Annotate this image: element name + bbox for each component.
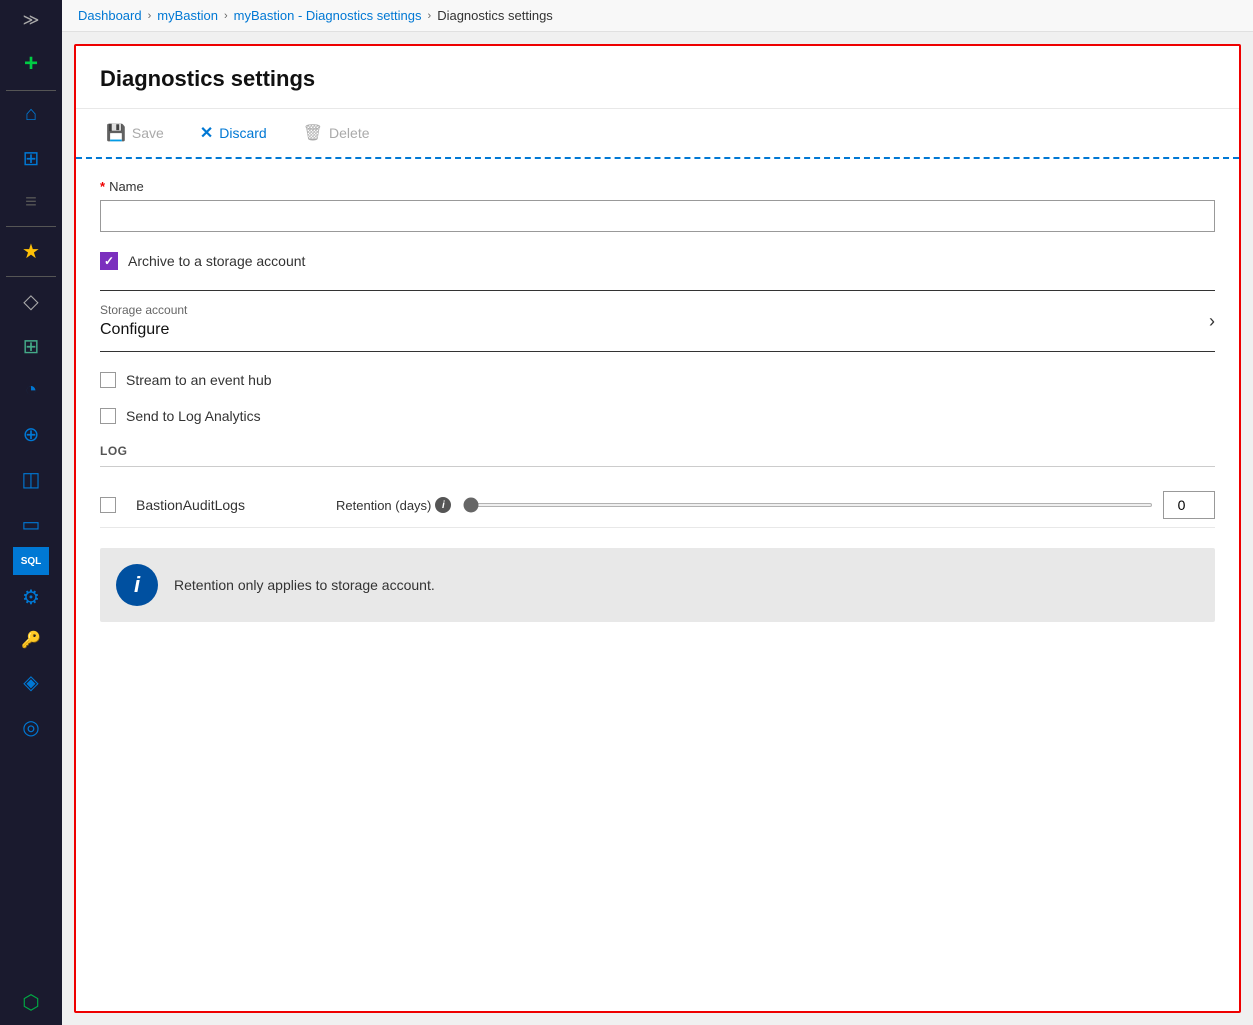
sidebar: ≫ + ⌂ ⊞ ≡ ★ ◇ ⊞ ◔ ⊕ ◫ ▭ SQL ⚙ 🔑 ◈ ◎ ⬡ <box>0 0 62 1025</box>
sidebar-gauge-icon[interactable]: ◎ <box>0 705 62 750</box>
retention-info-icon[interactable]: i <box>435 497 451 513</box>
archive-label: Archive to a storage account <box>128 253 305 269</box>
sidebar-favorites-icon[interactable]: ★ <box>0 229 62 274</box>
stream-label: Stream to an event hub <box>126 372 272 388</box>
breadcrumb-sep-2: › <box>224 10 228 22</box>
slider-container <box>463 491 1215 519</box>
sidebar-menu-icon[interactable]: ≡ <box>0 181 62 224</box>
storage-section[interactable]: Storage account Configure › <box>100 290 1215 352</box>
save-button[interactable]: 💾 Save <box>100 119 170 147</box>
log-section: LOG BastionAuditLogs Retention (days) i <box>100 444 1215 528</box>
breadcrumb: Dashboard › myBastion › myBastion - Diag… <box>62 0 1253 32</box>
archive-checkbox-row: Archive to a storage account <box>100 252 1215 270</box>
retention-label: Retention (days) i <box>336 497 451 513</box>
retention-input[interactable] <box>1163 491 1215 519</box>
delete-icon: 🗑 <box>303 123 323 143</box>
main-area: Dashboard › myBastion › myBastion - Diag… <box>62 0 1253 1025</box>
name-field-row: * Name <box>100 179 1215 232</box>
sidebar-resources-icon[interactable]: ◇ <box>0 279 62 324</box>
name-input[interactable] <box>100 200 1215 232</box>
table-row: BastionAuditLogs Retention (days) i <box>100 483 1215 528</box>
breadcrumb-sep-3: › <box>428 10 432 22</box>
form-area: * Name Archive to a storage account Stor… <box>76 159 1239 642</box>
log-analytics-checkbox[interactable] <box>100 408 116 424</box>
required-star: * <box>100 179 105 194</box>
breadcrumb-mybastion[interactable]: myBastion <box>157 8 218 23</box>
info-circle-icon: i <box>116 564 158 606</box>
breadcrumb-dashboard[interactable]: Dashboard <box>78 8 142 23</box>
log-analytics-label: Send to Log Analytics <box>126 408 261 424</box>
retention-slider[interactable] <box>463 503 1153 507</box>
sidebar-add-btn[interactable]: + <box>0 40 62 88</box>
sidebar-box-icon[interactable]: ◫ <box>0 457 62 502</box>
toolbar: 💾 Save ✕ Discard 🗑 Delete <box>76 109 1239 159</box>
sidebar-cogwheel-icon[interactable]: ⚙ <box>0 575 62 620</box>
discard-label: Discard <box>219 125 266 141</box>
archive-checkbox[interactable] <box>100 252 118 270</box>
page-title: Diagnostics settings <box>76 46 1239 109</box>
save-icon: 💾 <box>106 123 126 143</box>
sidebar-monitor-icon[interactable]: ▭ <box>0 502 62 547</box>
sidebar-key-icon[interactable]: 🔑 <box>0 620 62 660</box>
stream-checkbox-row: Stream to an event hub <box>100 372 1215 388</box>
sidebar-sql-icon[interactable]: SQL <box>13 547 49 575</box>
sidebar-network-icon[interactable]: ◈ <box>0 660 62 705</box>
sidebar-clock-icon[interactable]: ◔ <box>0 369 62 412</box>
breadcrumb-current: Diagnostics settings <box>437 8 553 23</box>
info-banner-text: Retention only applies to storage accoun… <box>174 577 435 593</box>
delete-label: Delete <box>329 125 369 141</box>
bastion-audit-checkbox[interactable] <box>100 497 116 513</box>
breadcrumb-diagnostics-settings-link[interactable]: myBastion - Diagnostics settings <box>234 8 422 23</box>
sidebar-dashboard-icon[interactable]: ⊞ <box>0 136 62 181</box>
log-divider <box>100 466 1215 467</box>
sidebar-shield-icon[interactable]: ⬡ <box>0 980 62 1025</box>
discard-icon: ✕ <box>200 123 213 143</box>
stream-checkbox[interactable] <box>100 372 116 388</box>
bastion-audit-label: BastionAuditLogs <box>136 497 316 513</box>
log-section-header: LOG <box>100 444 1215 458</box>
sidebar-globe-icon[interactable]: ⊕ <box>0 412 62 457</box>
discard-button[interactable]: ✕ Discard <box>194 119 273 147</box>
delete-button[interactable]: 🗑 Delete <box>297 119 376 147</box>
retention-section: Retention (days) i <box>336 491 1215 519</box>
info-banner: i Retention only applies to storage acco… <box>100 548 1215 622</box>
breadcrumb-sep-1: › <box>148 10 152 22</box>
storage-configure-value: Configure <box>100 321 187 339</box>
name-label: * Name <box>100 179 1215 194</box>
content-panel: Diagnostics settings 💾 Save ✕ Discard 🗑 … <box>74 44 1241 1013</box>
log-analytics-checkbox-row: Send to Log Analytics <box>100 408 1215 424</box>
save-label: Save <box>132 125 164 141</box>
sidebar-home-icon[interactable]: ⌂ <box>0 93 62 136</box>
sidebar-grid-icon[interactable]: ⊞ <box>0 324 62 369</box>
storage-chevron-icon[interactable]: › <box>1209 311 1215 332</box>
sidebar-collapse-btn[interactable]: ≫ <box>0 0 62 40</box>
storage-info: Storage account Configure <box>100 303 187 339</box>
storage-account-label: Storage account <box>100 303 187 317</box>
